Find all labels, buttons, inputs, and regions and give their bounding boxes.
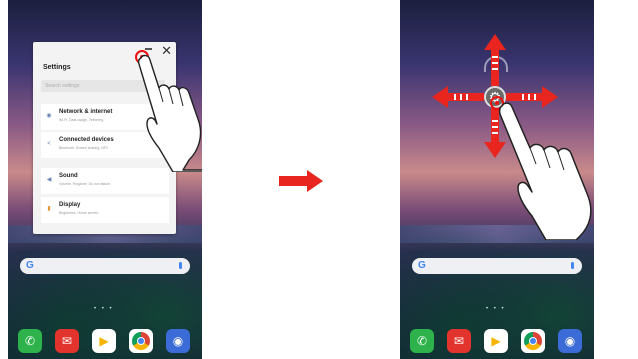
share-icon: <: [47, 141, 51, 147]
play-store-app-icon[interactable]: ▶: [484, 329, 508, 353]
phone-app-icon[interactable]: ✆: [18, 329, 42, 353]
camera-app-icon[interactable]: ◉: [166, 329, 190, 353]
display-icon: ▮: [47, 206, 51, 212]
google-logo-icon: G: [418, 260, 426, 271]
home-screen-before: ✕ Settings Search settings ◉ Network & i…: [8, 0, 202, 359]
google-logo-icon: G: [26, 260, 34, 271]
messages-app-icon[interactable]: ✉: [447, 329, 471, 353]
settings-item-subtitle: Brightness, Home screen: [59, 211, 99, 215]
volume-icon: ◀: [46, 177, 52, 183]
google-search-bar[interactable]: G: [20, 258, 190, 274]
microphone-icon[interactable]: [571, 262, 574, 269]
wifi-icon: ◉: [46, 113, 52, 119]
settings-item-subtitle: Wi-Fi, Data usage, Tethering: [59, 118, 104, 122]
settings-item-label: Display: [59, 202, 81, 208]
camera-app-icon[interactable]: ◉: [558, 329, 582, 353]
settings-item-subtitle: Bluetooth, Screen sharing, NFC: [59, 146, 109, 150]
settings-item-label: Network & internet: [59, 109, 113, 115]
chrome-app-icon[interactable]: [129, 329, 153, 353]
microphone-icon[interactable]: [179, 262, 182, 269]
settings-item-display[interactable]: ▮ Display Brightness, Home screen: [41, 197, 169, 223]
play-store-app-icon[interactable]: ▶: [92, 329, 116, 353]
google-search-bar[interactable]: G: [412, 258, 582, 274]
chrome-app-icon[interactable]: [521, 329, 545, 353]
phone-app-icon[interactable]: ✆: [410, 329, 434, 353]
drag-left-arrow-icon: [432, 86, 484, 108]
app-dock: ✆ ✉ ▶ ◉: [18, 329, 194, 355]
settings-item-subtitle: Volume, Ringtone, Do not disturb: [59, 182, 111, 186]
home-screen-dragging: ⚙ G • • • ✆ ✉ ▶ ◉: [400, 0, 594, 359]
settings-item-label: Connected devices: [59, 137, 114, 143]
hand-pointer-icon: [137, 54, 202, 172]
messages-app-icon[interactable]: ✉: [55, 329, 79, 353]
drag-up-arrow-icon: [484, 34, 506, 86]
settings-item-label: Sound: [59, 173, 78, 179]
widget-title: Settings: [43, 64, 71, 71]
page-indicator: • • •: [94, 306, 114, 312]
app-dock: ✆ ✉ ▶ ◉: [410, 329, 586, 355]
next-step-arrow-icon: [279, 170, 323, 192]
page-indicator: • • •: [486, 306, 506, 312]
hand-pointer-icon: [498, 102, 592, 240]
resize-handle-icon[interactable]: [145, 48, 152, 50]
